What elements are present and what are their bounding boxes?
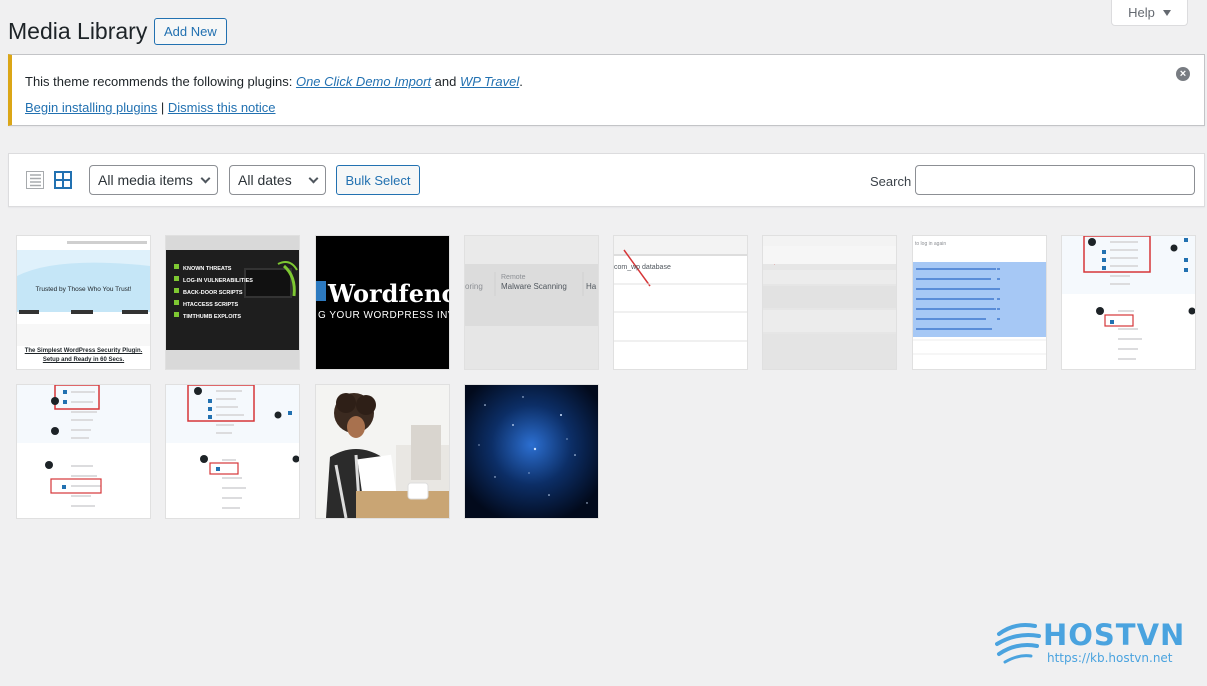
thumb-text: Ha <box>586 282 597 291</box>
media-type-filter[interactable]: All media items <box>89 165 218 195</box>
bulk-select-button[interactable]: Bulk Select <box>336 165 420 195</box>
thumb-text: database <box>642 264 671 271</box>
thumb-text: The Simplest WordPress Security Plugin. <box>24 348 143 354</box>
notice-message: This theme recommends the following plug… <box>25 74 523 89</box>
thumb-text-list: KNOWN THREATS LOG-IN VULNERABILITIES BAC… <box>183 263 253 323</box>
plugin-notice: This theme recommends the following plug… <box>8 54 1205 126</box>
notice-text: This theme recommends the following plug… <box>25 74 296 89</box>
media-thumbnail[interactable] <box>166 385 299 518</box>
media-thumbnail[interactable]: to log in again <box>913 236 1046 369</box>
list-view-icon[interactable] <box>26 171 44 189</box>
chevron-down-icon <box>308 173 319 183</box>
thumb-text: LOG-IN VULNERABILITIES <box>183 278 253 284</box>
thumb-text: Setup and Ready in 60 Secs. <box>42 357 125 363</box>
media-thumbnail[interactable] <box>465 385 598 518</box>
thumb-text: com_wp <box>614 264 641 271</box>
plugin-link-one-click-demo-import[interactable]: One Click Demo Import <box>296 74 431 89</box>
thumb-text: Malware Scanning <box>501 282 567 291</box>
hostvn-watermark: HOSTVN https://kb.hostvn.net <box>995 618 1185 668</box>
media-thumbnail[interactable]: Trusted by Those Who You Trust! The Simp… <box>17 236 150 369</box>
media-toolbar: All media items All dates Bulk Select Se… <box>8 153 1205 207</box>
watermark-url: https://kb.hostvn.net <box>1047 651 1173 665</box>
page-title: Media Library <box>8 18 148 44</box>
dismiss-notice-link[interactable]: Dismiss this notice <box>168 100 276 115</box>
thumb-text: Remote <box>501 274 526 281</box>
media-thumbnail[interactable]: Remote Malware Scanning oring Ha <box>465 236 598 369</box>
watermark-name: HOSTVN <box>1043 618 1186 652</box>
thumb-text: oring <box>465 282 483 291</box>
thumb-text: com_wp database <box>614 264 671 271</box>
media-thumbnail[interactable] <box>1062 236 1195 369</box>
chevron-down-icon <box>200 173 211 183</box>
add-new-button[interactable]: Add New <box>154 18 227 45</box>
search-input[interactable] <box>915 165 1195 195</box>
plugin-link-wp-travel[interactable]: WP Travel <box>460 74 519 89</box>
media-thumbnail[interactable] <box>17 385 150 518</box>
help-label: Help <box>1128 5 1155 20</box>
thumb-text: KNOWN THREATS <box>183 266 232 272</box>
media-thumbnail[interactable] <box>763 236 896 369</box>
date-filter-value: All dates <box>238 172 292 188</box>
notice-actions: Begin installing plugins | Dismiss this … <box>25 100 276 115</box>
thumb-text: BACK-DOOR SCRIPTS <box>183 290 243 296</box>
notice-period: . <box>519 74 523 89</box>
thumb-text: to log in again <box>915 241 947 247</box>
help-tab[interactable]: Help <box>1111 0 1188 26</box>
notice-and: and <box>431 74 460 89</box>
thumb-text: Wordfenc <box>328 279 449 308</box>
thumb-text: Trusted by Those Who You Trust! <box>35 286 132 293</box>
media-thumbnail[interactable]: Wordfenc G YOUR WORDPRESS INVE <box>316 236 449 369</box>
media-thumbnail[interactable]: KNOWN THREATS LOG-IN VULNERABILITIES BAC… <box>166 236 299 369</box>
date-filter[interactable]: All dates <box>229 165 326 195</box>
notice-separator: | <box>157 100 168 115</box>
caret-down-icon <box>1162 9 1171 16</box>
search-label: Search <box>870 174 912 189</box>
thumb-text: G YOUR WORDPRESS INVE <box>318 310 449 321</box>
begin-installing-link[interactable]: Begin installing plugins <box>25 100 157 115</box>
thumb-text: HTACCESS SCRIPTS <box>183 302 239 308</box>
grid-view-icon[interactable] <box>54 171 72 189</box>
media-type-filter-value: All media items <box>98 172 193 188</box>
thumb-text: TIMTHUMB EXPLOITS <box>183 314 242 320</box>
media-thumbnail[interactable]: com_wp database <box>614 236 747 369</box>
media-thumbnail[interactable] <box>316 385 449 518</box>
close-icon[interactable]: × <box>1176 67 1190 81</box>
hostvn-logo-icon <box>995 623 1041 664</box>
